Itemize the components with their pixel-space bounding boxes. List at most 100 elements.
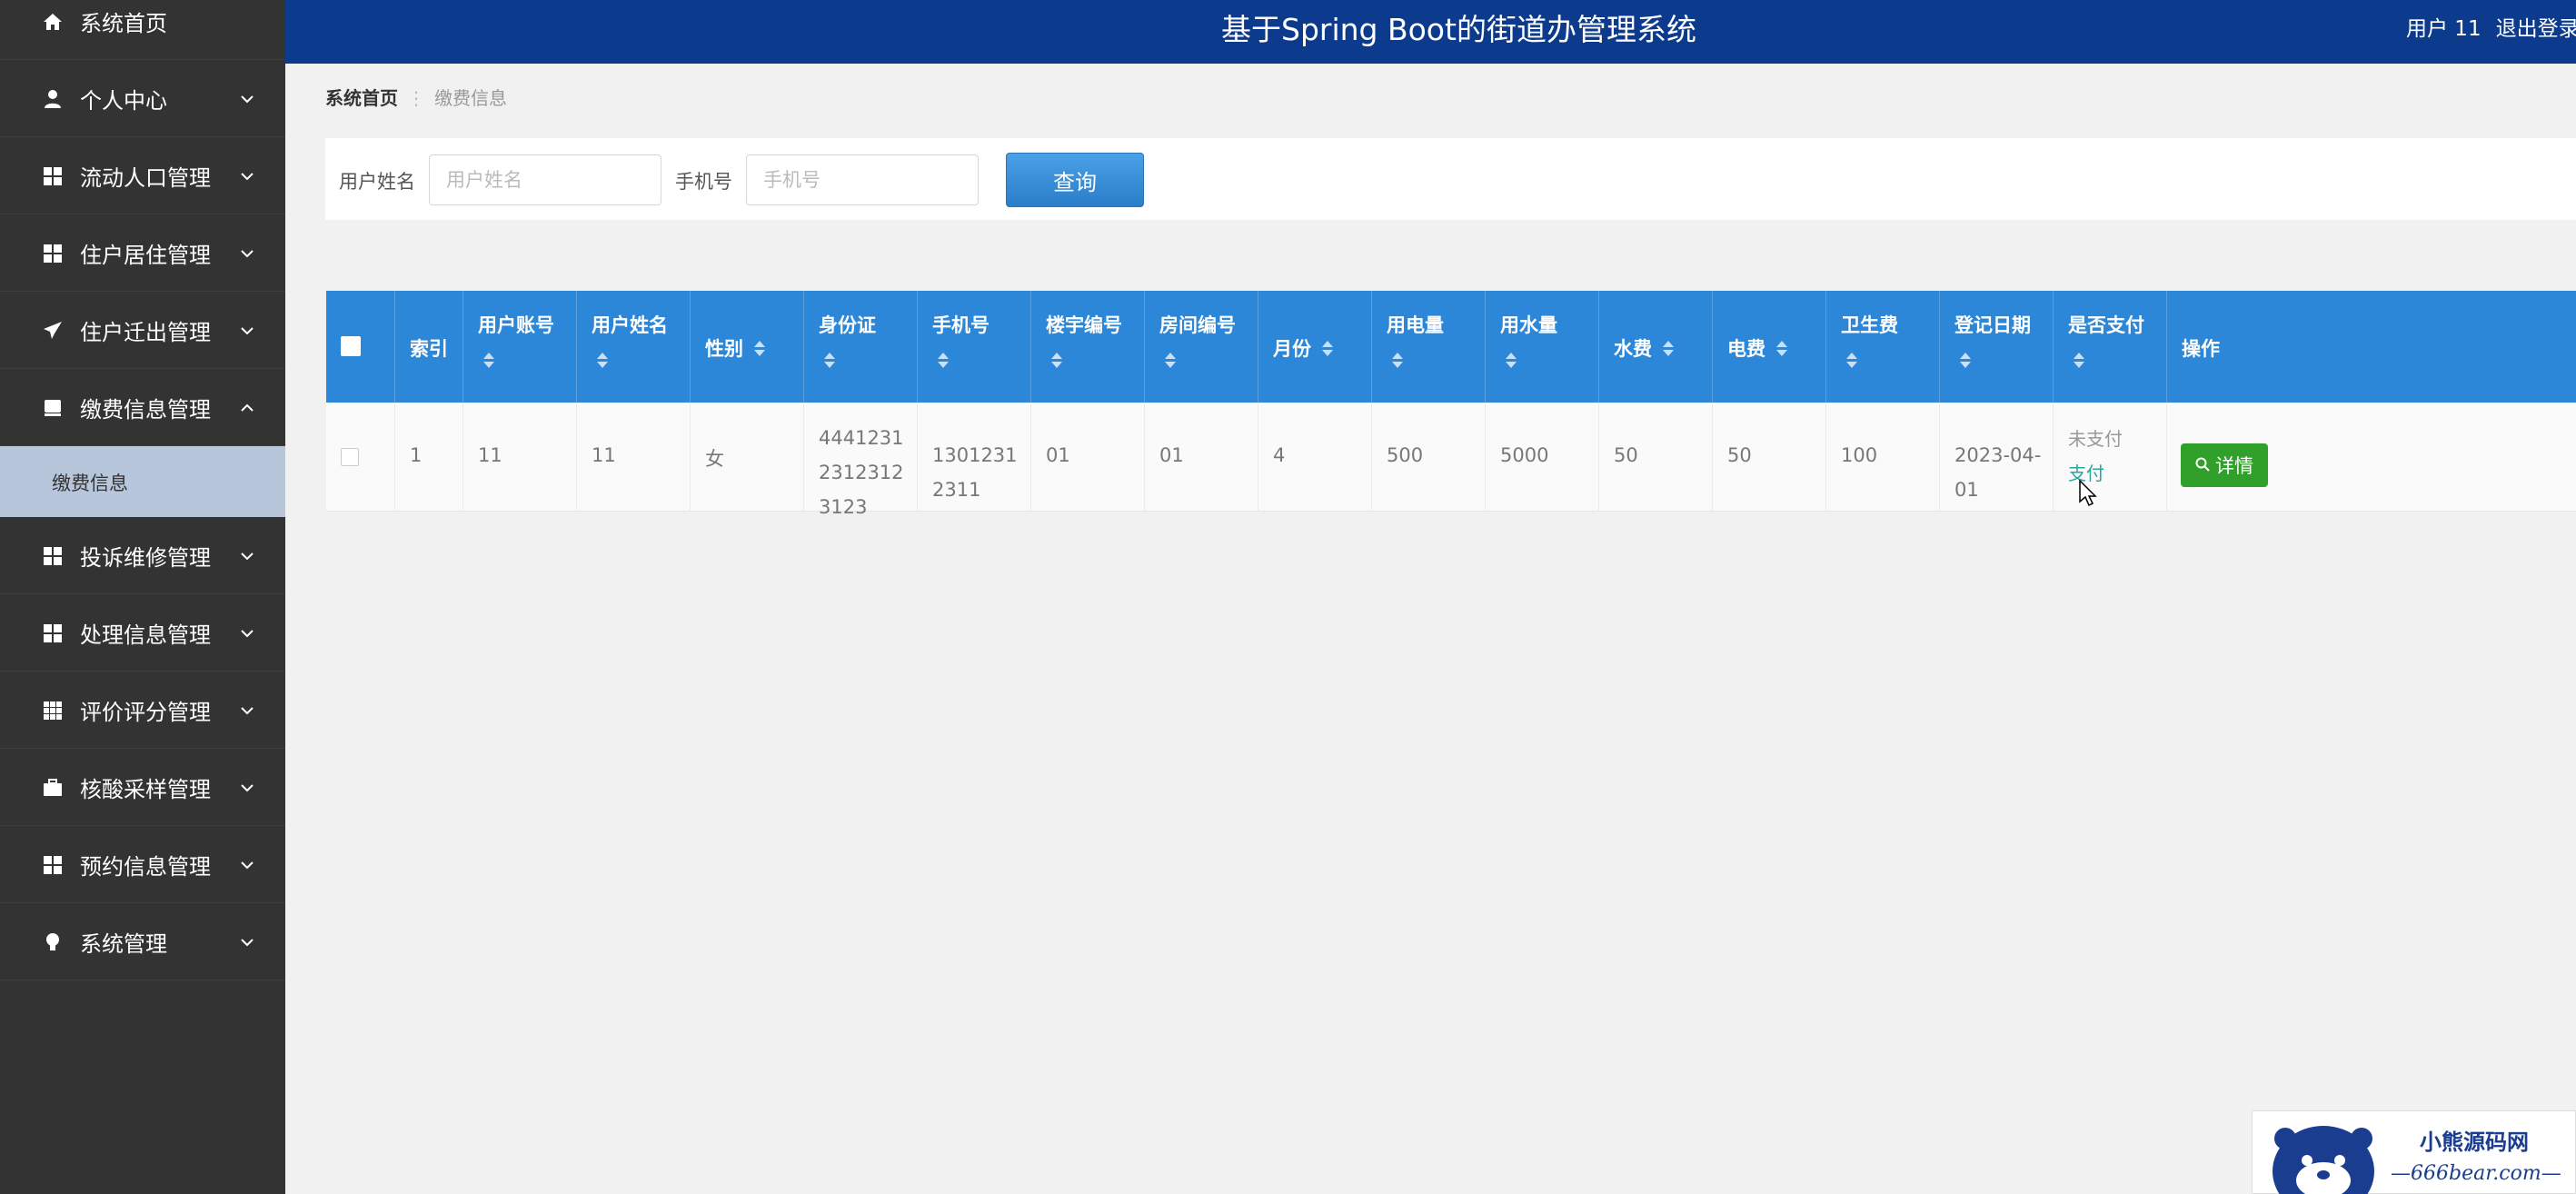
sort-icon[interactable] — [1390, 353, 1403, 369]
paper-plane-icon — [41, 319, 65, 343]
sort-icon[interactable] — [822, 353, 835, 369]
column-header-month[interactable]: 月份 — [1258, 291, 1372, 403]
sidebar-item-rating[interactable]: 评价评分管理 — [0, 672, 285, 749]
chevron-down-icon — [238, 624, 256, 642]
sort-icon[interactable] — [1049, 353, 1062, 369]
user-icon — [41, 87, 65, 111]
column-header-water-fee[interactable]: 水费 — [1599, 291, 1713, 403]
sidebar-item-label: 住户迁出管理 — [80, 320, 211, 345]
mouse-cursor-icon — [2079, 479, 2097, 511]
cell-water: 5000 — [1486, 403, 1599, 512]
column-header-electric-fee[interactable]: 电费 — [1713, 291, 1826, 403]
select-all-checkbox[interactable] — [341, 336, 361, 356]
sort-icon[interactable] — [1775, 340, 1787, 357]
user-info: 用户 11 退出登录 — [2406, 11, 2576, 42]
sidebar-item-personal-center[interactable]: 个人中心 — [0, 61, 285, 137]
sidebar-item-floating-population[interactable]: 流动人口管理 — [0, 138, 285, 214]
column-header-index: 索引 — [395, 291, 463, 403]
cell-electricity: 500 — [1372, 403, 1486, 512]
app-title: 基于Spring Boot的街道办管理系统 — [1221, 12, 1696, 47]
breadcrumb-separator: ⋮ — [407, 87, 425, 109]
row-checkbox[interactable] — [341, 448, 359, 466]
bear-logo-icon — [2273, 1126, 2374, 1194]
cell-name: 11 — [577, 403, 691, 512]
column-header-phone[interactable]: 手机号 — [918, 291, 1031, 403]
watermark-url: —666bear.com— — [2391, 1162, 2561, 1185]
column-header-paid[interactable]: 是否支付 — [2054, 291, 2167, 403]
sidebar-item-label: 评价评分管理 — [80, 700, 211, 725]
sidebar-item-label: 缴费信息管理 — [80, 397, 211, 423]
sidebar-item-label: 个人中心 — [80, 88, 167, 114]
grid-icon — [41, 544, 65, 568]
sidebar-item-payment[interactable]: 缴费信息管理 — [0, 370, 285, 446]
sidebar-item-appointment[interactable]: 预约信息管理 — [0, 827, 285, 903]
sort-icon[interactable] — [1504, 353, 1517, 369]
sidebar-item-label: 系统首页 — [80, 11, 167, 36]
sidebar-item-label: 预约信息管理 — [80, 854, 211, 880]
column-header-sanitation-fee[interactable]: 卫生费 — [1826, 291, 1940, 403]
column-header-gender[interactable]: 性别 — [691, 291, 804, 403]
cell-building: 01 — [1031, 403, 1145, 512]
sidebar-item-move-out[interactable]: 住户迁出管理 — [0, 293, 285, 369]
chevron-down-icon — [238, 933, 256, 951]
row-select-cell — [326, 403, 395, 512]
sidebar-item-label: 系统管理 — [80, 931, 167, 957]
sidebar-item-processing[interactable]: 处理信息管理 — [0, 595, 285, 672]
bulb-icon — [41, 930, 65, 954]
select-all-cell — [326, 291, 395, 403]
chevron-up-icon — [238, 399, 256, 417]
grid-icon — [41, 853, 65, 877]
home-icon — [41, 10, 65, 34]
cell-electric-fee: 50 — [1713, 403, 1826, 512]
grid-icon — [41, 242, 65, 265]
sidebar-subitem-payment-info[interactable]: 缴费信息 — [0, 446, 285, 517]
username-search-input[interactable] — [429, 154, 661, 205]
sort-icon[interactable] — [1661, 340, 1674, 357]
chevron-down-icon — [238, 856, 256, 874]
sort-icon[interactable] — [595, 353, 608, 369]
phone-search-input[interactable] — [746, 154, 979, 205]
breadcrumb: 系统首页 ⋮ 缴费信息 — [325, 84, 507, 110]
sidebar-item-nucleic-acid[interactable]: 核酸采样管理 — [0, 750, 285, 826]
search-icon — [2195, 454, 2210, 476]
cell-sanitation-fee: 100 — [1826, 403, 1940, 512]
detail-button[interactable]: 详情 — [2181, 443, 2268, 487]
column-header-account[interactable]: 用户账号 — [463, 291, 577, 403]
column-header-date[interactable]: 登记日期 — [1940, 291, 2054, 403]
sidebar-item-residence[interactable]: 住户居住管理 — [0, 215, 285, 292]
column-header-actions: 操作 — [2182, 338, 2220, 360]
column-header-name[interactable]: 用户姓名 — [577, 291, 691, 403]
watermark-name: 小熊源码网 — [2420, 1129, 2529, 1155]
column-header-room[interactable]: 房间编号 — [1145, 291, 1258, 403]
sidebar-item-complaint-repair[interactable]: 投诉维修管理 — [0, 518, 285, 594]
sort-icon[interactable] — [482, 353, 494, 369]
chevron-down-icon — [238, 322, 256, 340]
cell-index: 1 — [395, 403, 463, 512]
cell-water-fee: 50 — [1599, 403, 1713, 512]
sidebar-item-label: 投诉维修管理 — [80, 545, 211, 571]
column-header-id-card[interactable]: 身份证 — [804, 291, 918, 403]
breadcrumb-home[interactable]: 系统首页 — [325, 87, 398, 109]
logout-link[interactable]: 退出登录 — [2496, 17, 2576, 41]
sort-icon[interactable] — [2072, 353, 2084, 369]
table-header: 索引 用户账号 用户姓名 性别 身份证 手机号 楼宇编号 房间编号 月份 用电量… — [326, 291, 2576, 403]
grid-icon — [41, 622, 65, 645]
cell-actions: 详情 — [2167, 403, 2576, 512]
sort-icon[interactable] — [1163, 353, 1176, 369]
top-header: 基于Spring Boot的街道办管理系统 — [285, 0, 2576, 64]
username-label: 用户姓名 — [339, 171, 415, 193]
briefcase-icon — [41, 776, 65, 800]
column-header-building[interactable]: 楼宇编号 — [1031, 291, 1145, 403]
sort-icon[interactable] — [1320, 340, 1333, 357]
sidebar-item-system[interactable]: 系统管理 — [0, 904, 285, 980]
search-button[interactable]: 查询 — [1006, 153, 1144, 207]
cell-gender: 女 — [691, 403, 804, 512]
sort-icon[interactable] — [752, 340, 765, 357]
chevron-down-icon — [238, 90, 256, 108]
column-header-electricity[interactable]: 用电量 — [1372, 291, 1486, 403]
sidebar-item-home[interactable]: 系统首页 — [0, 0, 285, 60]
sort-icon[interactable] — [1845, 353, 1857, 369]
column-header-water[interactable]: 用水量 — [1486, 291, 1599, 403]
sort-icon[interactable] — [1958, 353, 1971, 369]
sort-icon[interactable] — [936, 353, 949, 369]
